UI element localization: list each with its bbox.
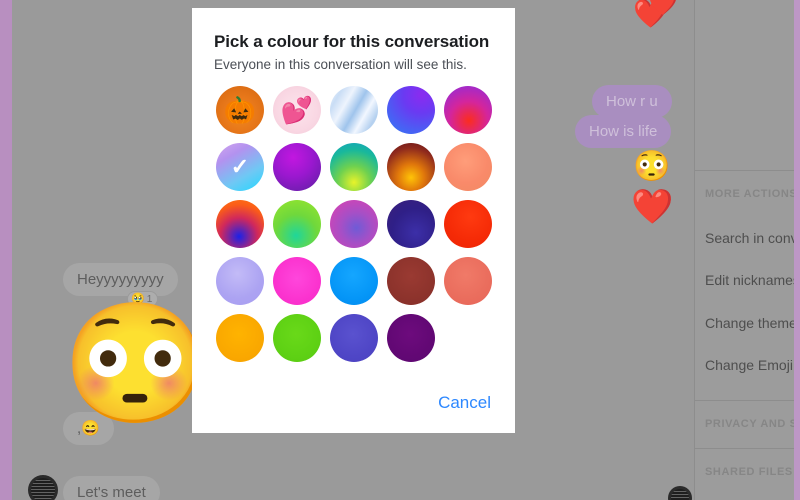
swatch-brick-brown[interactable]: [387, 257, 435, 305]
swatch-amber[interactable]: [216, 314, 264, 362]
swatch-orange-blue[interactable]: [216, 200, 264, 248]
swatch-blue-purple[interactable]: [387, 86, 435, 134]
swatch-pink-hearts[interactable]: 💕: [273, 86, 321, 134]
swatch-azure-blue[interactable]: [330, 257, 378, 305]
panel-section-header: MORE ACTIONS: [705, 188, 798, 200]
incoming-message-bubble[interactable]: Let's meet: [63, 476, 160, 500]
colour-swatch-grid: 🎃 💕 ✓: [216, 86, 493, 362]
navigation-rail: [12, 0, 29, 500]
panel-divider: [695, 400, 795, 401]
panel-section-header: SHARED FILES: [705, 466, 793, 478]
dialog-actions: Cancel: [436, 389, 493, 417]
messenger-screen: Heyyyyyyyyy ,😄 Let's meet How r u How is lif…: [0, 0, 800, 500]
pick-colour-dialog: Pick a colour for this conversation Ever…: [192, 8, 515, 433]
panel-item-change-emoji[interactable]: Change Emoji: [705, 357, 793, 373]
swatch-glyph-halloween-pumpkin: 🎃: [223, 95, 257, 125]
swatch-lime-green[interactable]: [273, 200, 321, 248]
swatch-blue-tie-dye[interactable]: [330, 86, 378, 134]
panel-divider: [695, 170, 795, 171]
swatch-indigo-blue[interactable]: [330, 314, 378, 362]
swatch-maroon-gold[interactable]: [387, 143, 435, 191]
emoji-message[interactable]: ❤️: [648, 0, 678, 16]
panel-item-search-in-conve[interactable]: Search in conve: [705, 230, 800, 246]
swatch-teal-lime[interactable]: [330, 143, 378, 191]
swatch-light-periwinkle[interactable]: [216, 257, 264, 305]
swatch-pink-violet[interactable]: [330, 200, 378, 248]
cancel-button[interactable]: Cancel: [436, 389, 493, 417]
swatch-deep-purple[interactable]: [387, 314, 435, 362]
swatch-deep-indigo[interactable]: [387, 200, 435, 248]
swatch-peach[interactable]: [444, 143, 492, 191]
right-edge-accent-strip: [794, 0, 800, 500]
dialog-title: Pick a colour for this conversation: [214, 32, 490, 51]
panel-item-edit-nicknames[interactable]: Edit nicknames: [705, 272, 800, 288]
check-icon: ✓: [230, 154, 250, 179]
panel-divider: [695, 448, 795, 449]
incoming-message-bubble[interactable]: Heyyyyyyyyy: [63, 263, 178, 296]
swatch-violet[interactable]: [273, 143, 321, 191]
swatch-magenta[interactable]: [273, 257, 321, 305]
swatch-glyph-pink-hearts: 💕: [280, 95, 314, 125]
swatch-grass-green[interactable]: [273, 314, 321, 362]
left-edge-accent-strip: [0, 0, 12, 500]
emoji-message[interactable]: 😳: [62, 305, 209, 423]
swatch-bright-red[interactable]: [444, 200, 492, 248]
swatch-lavender-cyan[interactable]: ✓: [216, 143, 264, 191]
outgoing-message-bubble[interactable]: How is life: [575, 115, 672, 148]
swatch-red-purple[interactable]: [444, 86, 492, 134]
emoji-message[interactable]: 😳: [633, 152, 670, 182]
avatar[interactable]: [28, 475, 58, 500]
conversation-details-panel: MORE ACTIONS PRIVACY AND S SHARED FILES Sea…: [694, 0, 800, 500]
outgoing-message-bubble[interactable]: How r u: [592, 85, 672, 118]
panel-section-header: PRIVACY AND S: [705, 418, 798, 430]
dialog-subtitle: Everyone in this conversation will see t…: [214, 57, 467, 72]
panel-item-change-theme[interactable]: Change theme: [705, 315, 797, 331]
swatch-empty-slot: [444, 314, 492, 362]
swatch-halloween-pumpkin[interactable]: 🎃: [216, 86, 264, 134]
emoji-message[interactable]: ❤️: [631, 190, 673, 224]
swatch-salmon[interactable]: [444, 257, 492, 305]
